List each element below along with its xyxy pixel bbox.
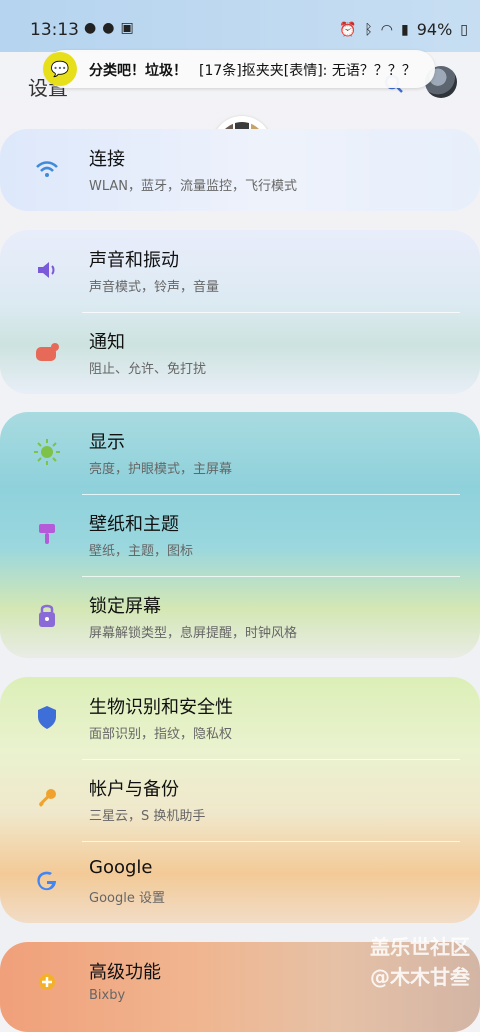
- battery-percent: 94%: [416, 20, 453, 39]
- signal-icon: ▮: [401, 21, 409, 38]
- settings-item-subtitle: 屏幕解锁类型，息屏提醒，时钟风格: [89, 626, 298, 641]
- settings-item-title: 显示: [89, 432, 125, 453]
- settings-item-title: 生物识别和安全性: [89, 697, 233, 718]
- bluetooth-icon: ᛒ: [364, 21, 373, 38]
- settings-item-lock-screen[interactable]: 锁定屏幕 屏幕解锁类型，息屏提醒，时钟风格: [0, 576, 480, 658]
- settings-item-title: Google: [89, 857, 153, 878]
- settings-item-display[interactable]: 显示 亮度，护眼模式，主屏幕: [0, 412, 480, 494]
- status-bar: 13:13 ● ● ▣ ⏰ ᛒ ◠ ▮ 94% ▯: [0, 0, 480, 52]
- settings-item-subtitle: 壁纸，主题，图标: [89, 544, 194, 559]
- settings-card-connections: 连接 WLAN，蓝牙，流量监控，飞行模式: [0, 129, 480, 211]
- notification-message: [17条]抠夹夹[表情]: 无语？？？？: [199, 63, 416, 79]
- wechat-icon: 💬: [43, 52, 77, 86]
- settings-item-subtitle: WLAN，蓝牙，流量监控，飞行模式: [89, 179, 298, 194]
- shield-icon: [32, 702, 62, 732]
- gear-plus-icon: [32, 967, 62, 997]
- notification-icon: [32, 337, 62, 367]
- settings-item-accounts-backup[interactable]: 帐户与备份 三星云，S 换机助手: [0, 759, 480, 841]
- key-icon: [32, 784, 62, 814]
- settings-card-security-accounts: 生物识别和安全性 面部识别，指纹，隐私权 帐户与备份 三星云，S 换机助手 Go…: [0, 677, 480, 923]
- brightness-icon: [32, 437, 62, 467]
- wechat-icon: ●: [84, 20, 97, 36]
- status-right: ⏰ ᛒ ◠ ▮ 94% ▯: [339, 20, 468, 39]
- settings-item-connections[interactable]: 连接 WLAN，蓝牙，流量监控，飞行模式: [0, 129, 480, 211]
- watermark-line2: @木木甘叁: [370, 965, 470, 989]
- settings-item-title: 高级功能: [89, 962, 161, 983]
- settings-card-display: 显示 亮度，护眼模式，主屏幕 壁纸和主题 壁纸，主题，图标 锁定屏幕 屏幕解锁类…: [0, 412, 480, 658]
- settings-card-sound-notifications: 声音和振动 声音模式，铃声，音量 通知 阻止、允许、免打扰: [0, 230, 480, 394]
- brush-icon: [32, 519, 62, 549]
- wifi-icon: [32, 154, 62, 184]
- settings-item-subtitle: 阻止、允许、免打扰: [89, 362, 207, 377]
- settings-item-subtitle: Google 设置: [89, 891, 165, 906]
- settings-item-subtitle: 面部识别，指纹，隐私权: [89, 727, 233, 742]
- settings-item-subtitle: 声音模式，铃声，音量: [89, 280, 220, 295]
- settings-item-notifications[interactable]: 通知 阻止、允许、免打扰: [0, 312, 480, 394]
- settings-item-sound[interactable]: 声音和振动 声音模式，铃声，音量: [0, 230, 480, 312]
- notification-group: 分类吧！垃圾！: [89, 63, 187, 79]
- settings-item-wallpaper-themes[interactable]: 壁纸和主题 壁纸，主题，图标: [0, 494, 480, 576]
- status-left-icons: ● ● ▣: [84, 20, 134, 36]
- wechat-icon: ●: [102, 20, 115, 36]
- battery-icon: ▯: [460, 21, 468, 38]
- image-icon: ▣: [120, 20, 134, 36]
- notification-banner[interactable]: 💬 分类吧！垃圾！ [17条]抠夹夹[表情]: 无语？？？？: [43, 50, 435, 88]
- settings-item-title: 通知: [89, 332, 125, 353]
- settings-item-google[interactable]: Google Google 设置: [0, 841, 480, 923]
- watermark-line1: 盖乐世社区: [370, 935, 470, 959]
- speaker-icon: [32, 255, 62, 285]
- settings-item-title: 帐户与备份: [89, 779, 179, 800]
- wifi-status-icon: ◠: [380, 21, 393, 38]
- settings-item-subtitle: Bixby: [89, 988, 126, 1003]
- settings-item-title: 壁纸和主题: [89, 514, 179, 535]
- settings-item-title: 锁定屏幕: [89, 596, 161, 617]
- lock-icon: [32, 601, 62, 631]
- google-icon: [32, 866, 62, 896]
- settings-item-title: 声音和振动: [89, 250, 179, 271]
- settings-item-biometrics-security[interactable]: 生物识别和安全性 面部识别，指纹，隐私权: [0, 677, 480, 759]
- alarm-icon: ⏰: [338, 21, 357, 38]
- settings-item-title: 连接: [89, 149, 125, 170]
- status-time: 13:13: [30, 20, 79, 40]
- settings-item-subtitle: 亮度，护眼模式，主屏幕: [89, 462, 233, 477]
- settings-item-subtitle: 三星云，S 换机助手: [89, 809, 206, 824]
- watermark: 盖乐世社区 @木木甘叁: [370, 932, 470, 992]
